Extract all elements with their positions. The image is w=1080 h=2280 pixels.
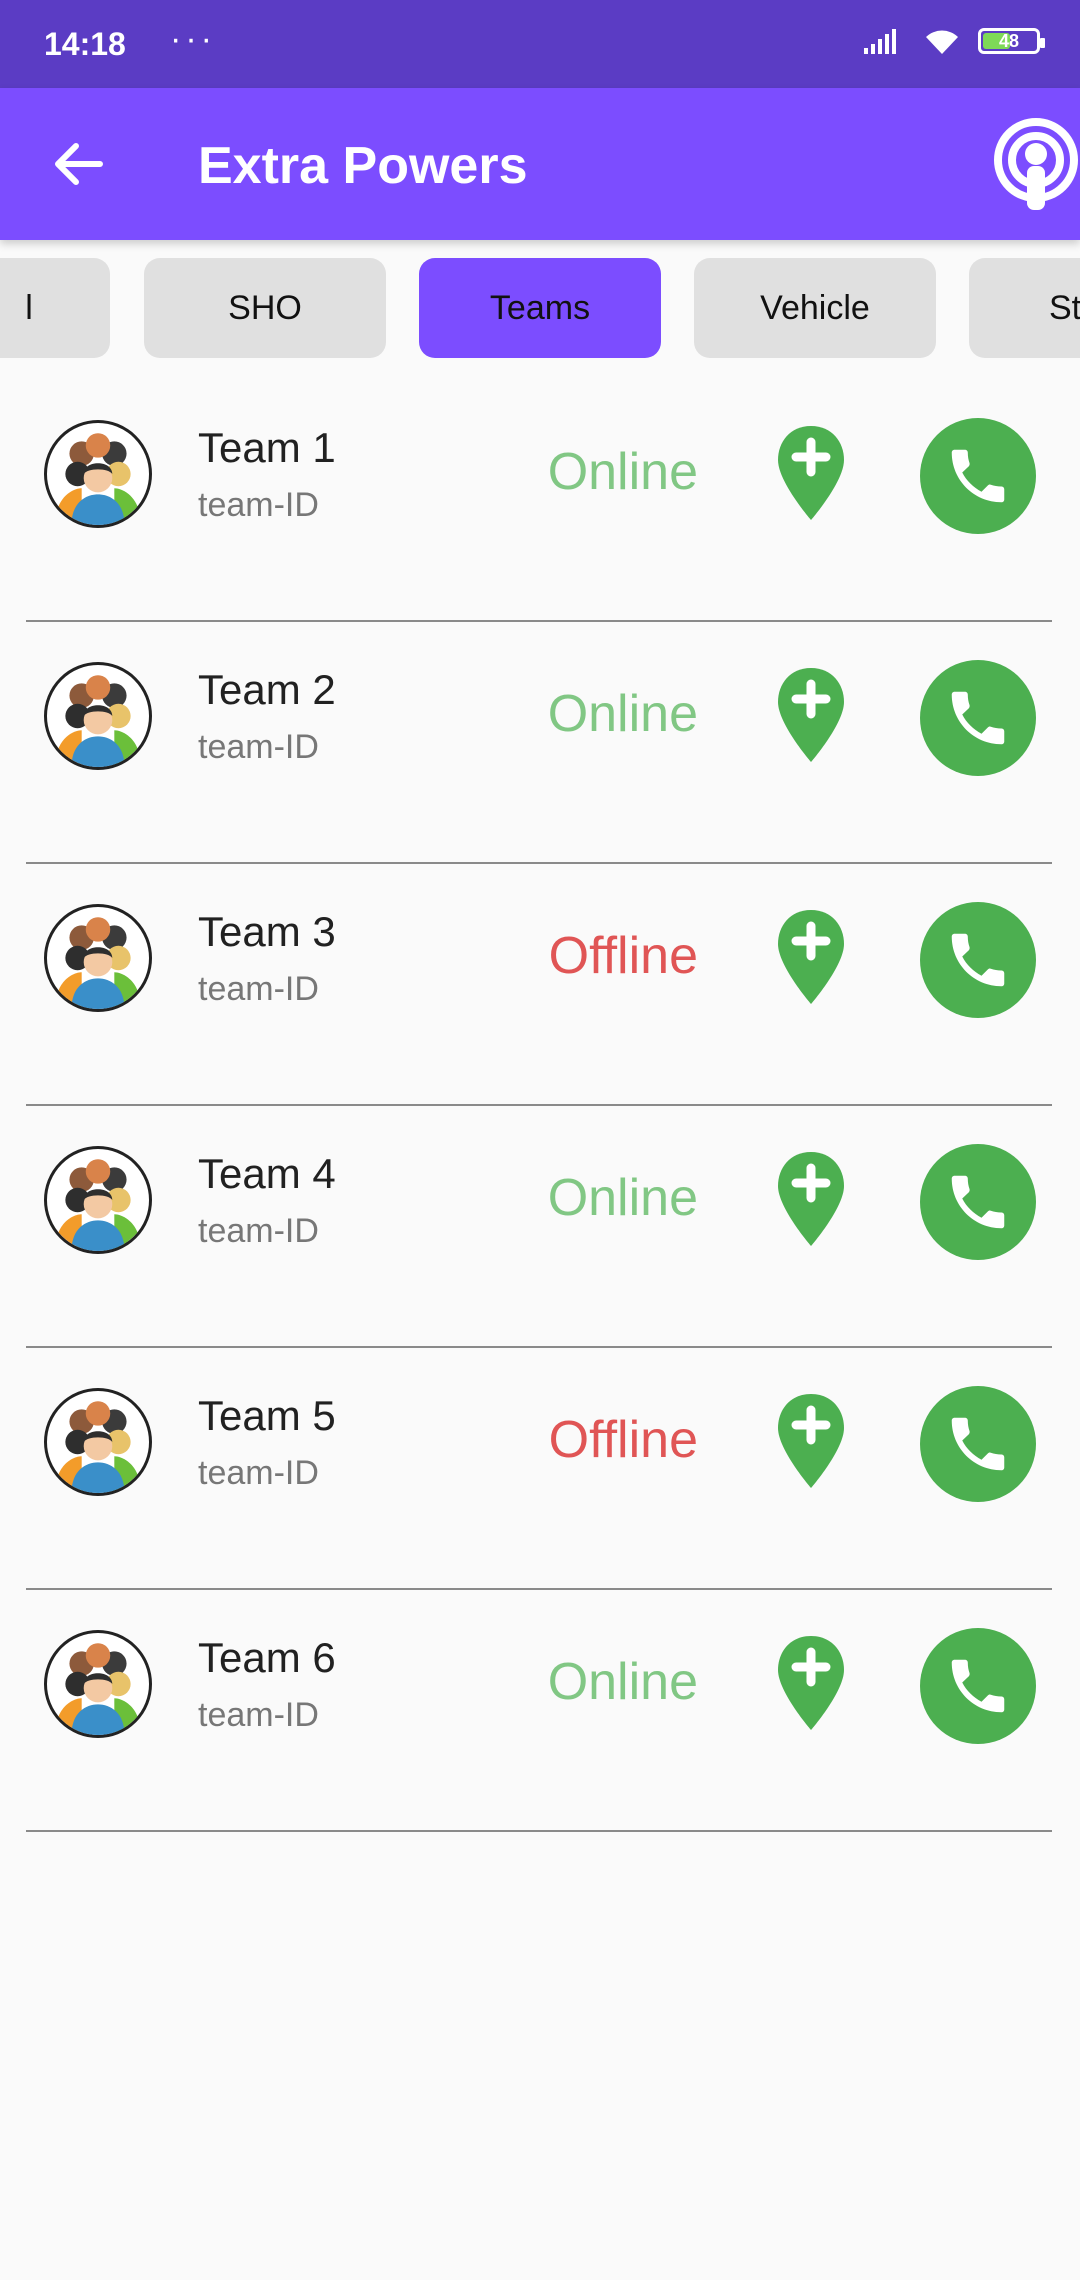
tab-label: Teams [489, 288, 591, 327]
list-item[interactable]: Team 2 team-ID Online [0, 622, 1080, 864]
call-button[interactable] [920, 1386, 1036, 1502]
row-divider [26, 1830, 1052, 1832]
status-label: Online [547, 443, 698, 501]
status-bar: 14:18 ··· 48 [0, 0, 1080, 88]
tab-label: St [1049, 288, 1080, 327]
tab-label: Vehicle [760, 288, 870, 327]
status-label: Online [547, 1169, 698, 1227]
category-tabs: l SHO Teams Vehicle St [0, 258, 1080, 360]
arrow-left-icon[interactable] [46, 132, 110, 196]
tab-label: l [25, 288, 33, 327]
wifi-icon [926, 30, 958, 54]
status-label: Offline [548, 927, 698, 985]
phone-icon [951, 933, 1005, 987]
tab-vehicle[interactable]: Vehicle [694, 258, 936, 358]
team-name: Team 5 [198, 1392, 336, 1439]
tab-sho[interactable]: SHO [144, 258, 386, 358]
team-name: Team 2 [198, 666, 336, 713]
add-location-icon[interactable] [774, 424, 848, 524]
app-bar: Extra Powers [0, 88, 1080, 240]
team-avatar [44, 420, 152, 528]
status-time: 14:18 [44, 26, 126, 62]
team-avatar [44, 1388, 152, 1496]
list-item[interactable]: Team 1 team-ID Online [0, 380, 1080, 622]
team-id: team-ID [198, 1212, 319, 1250]
team-avatar [44, 662, 152, 770]
list-item[interactable]: Team 4 team-ID Online [0, 1106, 1080, 1348]
team-id: team-ID [198, 1454, 319, 1492]
battery-icon: 48 [978, 28, 1045, 54]
list-item[interactable]: Team 3 team-ID Offline [0, 864, 1080, 1106]
status-label: Online [547, 685, 698, 743]
podcast-icon[interactable] [984, 112, 1080, 216]
add-location-icon[interactable] [774, 908, 848, 1008]
list-item[interactable]: Team 5 team-ID Offline [0, 1348, 1080, 1590]
add-location-icon[interactable] [774, 1150, 848, 1250]
notification-dots: ··· [170, 20, 216, 58]
team-name: Team 6 [198, 1634, 336, 1681]
phone-icon [951, 691, 1005, 745]
status-label: Offline [548, 1411, 698, 1469]
add-location-icon[interactable] [774, 666, 848, 766]
status-label: Online [547, 1653, 698, 1711]
tab-partial-right[interactable]: St [969, 258, 1080, 358]
page-title: Extra Powers [198, 137, 528, 195]
call-button[interactable] [920, 660, 1036, 776]
team-name: Team 3 [198, 908, 336, 955]
call-button[interactable] [920, 902, 1036, 1018]
list-item[interactable]: Team 6 team-ID Online [0, 1590, 1080, 1832]
call-button[interactable] [920, 418, 1036, 534]
tab-label: SHO [228, 288, 302, 327]
phone-icon [951, 449, 1005, 503]
add-location-icon[interactable] [774, 1392, 848, 1492]
team-id: team-ID [198, 970, 319, 1008]
phone-icon [951, 1175, 1005, 1229]
team-avatar [44, 904, 152, 1012]
tab-teams[interactable]: Teams [419, 258, 661, 358]
team-name: Team 1 [198, 424, 336, 471]
tab-partial-left[interactable]: l [0, 258, 110, 358]
status-icons: 48 [862, 26, 1045, 56]
team-name: Team 4 [198, 1150, 336, 1197]
team-id: team-ID [198, 728, 319, 766]
call-button[interactable] [920, 1144, 1036, 1260]
team-avatar [44, 1146, 152, 1254]
team-id: team-ID [198, 486, 319, 524]
add-location-icon[interactable] [774, 1634, 848, 1734]
phone-icon [951, 1417, 1005, 1471]
team-list: Team 1 team-ID Online Team 2 team-ID Onl… [0, 380, 1080, 1832]
team-id: team-ID [198, 1696, 319, 1734]
signal-icon [864, 29, 896, 54]
call-button[interactable] [920, 1628, 1036, 1744]
phone-icon [951, 1659, 1005, 1713]
battery-level: 48 [998, 30, 1020, 51]
team-avatar [44, 1630, 152, 1738]
